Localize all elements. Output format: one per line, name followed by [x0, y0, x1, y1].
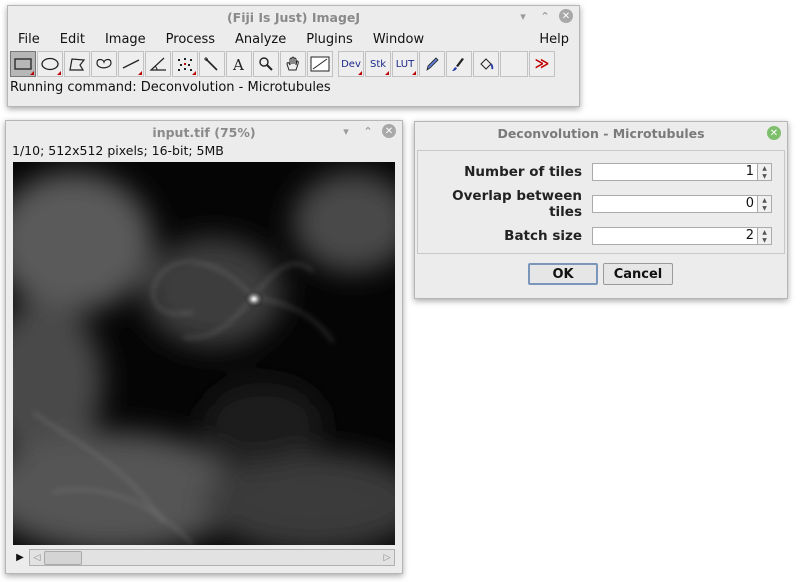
dialog-title: Deconvolution - Microtubules — [497, 125, 705, 141]
number-of-tiles-spinner[interactable]: ▲ ▼ — [758, 163, 772, 181]
close-button[interactable]: ✕ — [382, 124, 396, 138]
lut-label: LUT — [395, 58, 415, 70]
menu-edit[interactable]: Edit — [50, 32, 95, 47]
svg-text:A: A — [232, 56, 244, 72]
hand-tool[interactable] — [280, 51, 306, 77]
freehand-tool[interactable] — [91, 51, 117, 77]
menubar: File Edit Image Process Analyze Plugins … — [8, 28, 579, 50]
menu-process[interactable]: Process — [156, 32, 225, 47]
dev-tool[interactable]: Dev — [338, 51, 364, 77]
pencil-tool[interactable] — [419, 51, 445, 77]
imagej-main-window: (Fiji Is Just) ImageJ ▾ ⌃ ✕ File Edit Im… — [7, 5, 580, 107]
angle-tool-icon — [149, 57, 166, 71]
spin-down-icon[interactable]: ▼ — [758, 236, 771, 244]
point-tool[interactable] — [172, 51, 198, 77]
deconvolution-dialog: Deconvolution - Microtubules ✕ Number of… — [414, 121, 788, 299]
minimize-button[interactable]: ▾ — [338, 123, 354, 139]
close-button[interactable]: ✕ — [767, 126, 781, 140]
menu-file[interactable]: File — [8, 32, 50, 47]
number-of-tiles-input[interactable]: 1 — [592, 163, 758, 181]
spin-up-icon[interactable]: ▲ — [758, 196, 771, 204]
maximize-button[interactable]: ⌃ — [360, 123, 376, 139]
lut-tool[interactable]: LUT — [392, 51, 418, 77]
menu-help[interactable]: Help — [529, 32, 579, 47]
image-titlebar[interactable]: input.tif (75%) ▾ ⌃ ✕ — [6, 121, 402, 143]
imagej-titlebar[interactable]: (Fiji Is Just) ImageJ ▾ ⌃ ✕ — [8, 6, 579, 28]
dialog-titlebar[interactable]: Deconvolution - Microtubules ✕ — [415, 122, 787, 144]
menu-image[interactable]: Image — [95, 32, 156, 47]
wand-tool-icon — [204, 57, 218, 71]
text-tool-icon: A — [232, 56, 244, 72]
paint-bucket-icon — [480, 58, 494, 70]
text-tool[interactable]: A — [226, 51, 252, 77]
point-tool-icon — [178, 58, 192, 71]
play-icon[interactable]: ▶ — [13, 549, 27, 566]
oval-tool-icon — [41, 57, 59, 71]
spin-up-icon[interactable]: ▲ — [758, 228, 771, 236]
hand-tool-icon — [286, 56, 299, 71]
spin-up-icon[interactable]: ▲ — [758, 164, 771, 172]
status-line: Running command: Deconvolution - Microtu… — [10, 80, 331, 95]
brush-icon — [452, 58, 464, 71]
flood-fill-tool[interactable] — [473, 51, 499, 77]
stk-tool[interactable]: Stk — [365, 51, 391, 77]
wand-tool[interactable] — [199, 51, 225, 77]
maximize-button[interactable]: ⌃ — [537, 8, 553, 24]
dialog-fields-panel: Number of tiles 1 ▲ ▼ Overlap between til… — [417, 150, 785, 254]
field-row-batch-size: Batch size 2 ▲ ▼ — [418, 225, 784, 247]
polygon-tool[interactable] — [64, 51, 90, 77]
line-tool[interactable] — [118, 51, 144, 77]
spin-down-icon[interactable]: ▼ — [758, 204, 771, 212]
pencil-icon — [426, 57, 439, 71]
number-of-tiles-label: Number of tiles — [464, 164, 582, 180]
field-row-number-of-tiles: Number of tiles 1 ▲ ▼ — [418, 161, 784, 183]
rectangle-tool-icon — [14, 58, 32, 70]
freehand-tool-icon — [96, 58, 112, 69]
dialog-body: Number of tiles 1 ▲ ▼ Overlap between til… — [415, 146, 787, 298]
close-button[interactable]: ✕ — [559, 9, 573, 23]
stk-label: Stk — [369, 58, 387, 70]
menu-analyze[interactable]: Analyze — [225, 32, 296, 47]
image-canvas[interactable] — [13, 162, 395, 545]
overlap-spinner[interactable]: ▲ ▼ — [758, 195, 772, 213]
field-row-overlap: Overlap between tiles 0 ▲ ▼ — [418, 188, 784, 220]
oval-tool[interactable] — [37, 51, 63, 77]
color-picker-tool[interactable] — [307, 51, 333, 77]
slice-scrollbar[interactable]: ◁ ▷ — [29, 549, 395, 566]
double-chevron-right-icon: ≫ — [534, 56, 550, 72]
angle-tool[interactable] — [145, 51, 171, 77]
image-window: input.tif (75%) ▾ ⌃ ✕ 1/10; 512x512 pixe… — [5, 120, 403, 574]
overlap-input[interactable]: 0 — [592, 195, 758, 213]
overlap-label: Overlap between tiles — [452, 188, 582, 220]
ok-button[interactable]: OK — [528, 263, 598, 285]
batch-size-label: Batch size — [504, 228, 582, 244]
microscopy-image — [13, 162, 395, 545]
scroll-left-icon[interactable]: ◁ — [30, 550, 44, 565]
magnifier-tool[interactable] — [253, 51, 279, 77]
dev-label: Dev — [341, 58, 361, 70]
image-title: input.tif (75%) — [152, 124, 256, 140]
minimize-button[interactable]: ▾ — [515, 8, 531, 24]
cancel-button[interactable]: Cancel — [603, 263, 673, 285]
color-picker-tool-icon — [310, 56, 330, 72]
magnifier-tool-icon — [259, 57, 273, 71]
polygon-tool-icon — [69, 58, 86, 71]
image-info: 1/10; 512x512 pixels; 16-bit; 5MB — [12, 143, 224, 158]
imagej-title: (Fiji Is Just) ImageJ — [226, 9, 361, 25]
menu-plugins[interactable]: Plugins — [296, 32, 363, 47]
batch-size-input[interactable]: 2 — [592, 227, 758, 245]
scroll-right-icon[interactable]: ▷ — [380, 550, 394, 565]
brush-tool[interactable] — [446, 51, 472, 77]
menu-window[interactable]: Window — [363, 32, 434, 47]
more-tools-button[interactable]: ≫ — [529, 51, 555, 77]
spin-down-icon[interactable]: ▼ — [758, 172, 771, 180]
rectangle-tool[interactable] — [10, 51, 36, 77]
toolbar: A Dev Stk LUT ≫ — [8, 50, 579, 78]
empty-tool-slot — [500, 51, 528, 77]
batch-size-spinner[interactable]: ▲ ▼ — [758, 227, 772, 245]
line-tool-icon — [122, 59, 140, 69]
slice-control: ▶ ◁ ▷ — [13, 549, 395, 566]
scroll-thumb[interactable] — [44, 551, 82, 565]
